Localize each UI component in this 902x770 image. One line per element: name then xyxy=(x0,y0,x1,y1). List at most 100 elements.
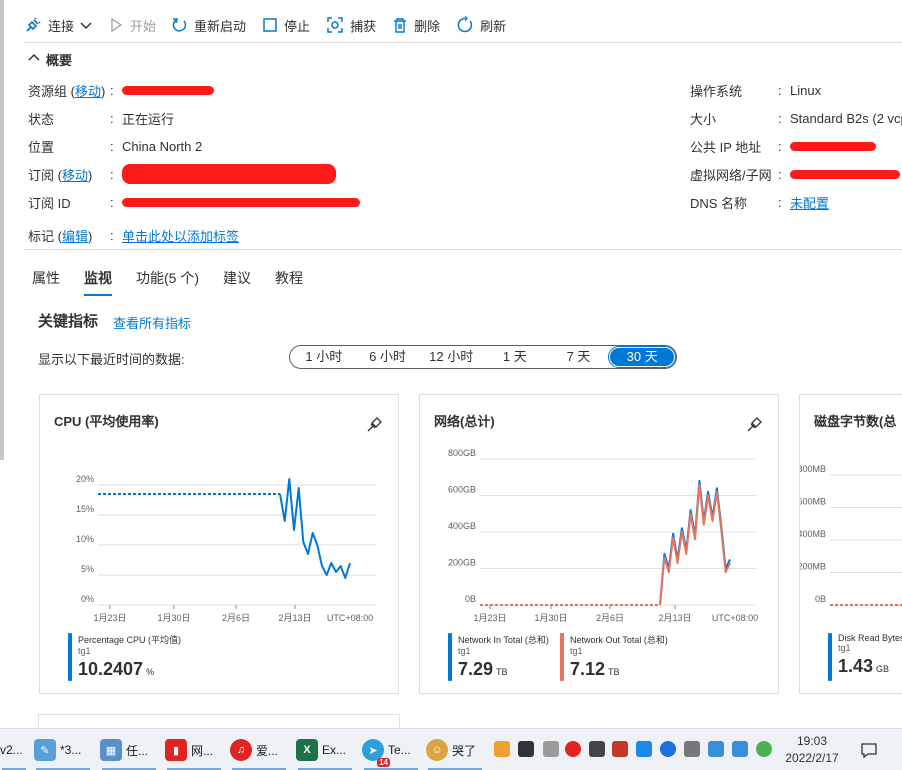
separator: : xyxy=(778,82,782,98)
range-1-hour[interactable]: 1 小时 xyxy=(292,348,356,366)
location-value: China North 2 xyxy=(122,138,203,154)
os-label: 操作系统 xyxy=(690,83,743,99)
y-tick-label: 800GB xyxy=(448,448,476,458)
refresh-icon xyxy=(456,16,474,34)
tab-properties[interactable]: 属性 xyxy=(32,268,60,296)
legend-name: Disk Read Bytes xyxy=(838,633,902,643)
taskbar-item-v2ray[interactable]: v2... xyxy=(0,729,28,770)
legend-item[interactable]: Network Out Total (总和) tg1 7.12 TB xyxy=(560,633,668,681)
legend-color-bar xyxy=(68,633,72,681)
stop-label: 停止 xyxy=(284,18,311,34)
legend-sub: tg1 xyxy=(570,646,583,656)
range-12-hours[interactable]: 12 小时 xyxy=(419,348,483,366)
chevron-down-icon[interactable] xyxy=(80,19,92,31)
tab-tutorials[interactable]: 教程 xyxy=(275,268,303,296)
tray-chat-icon[interactable] xyxy=(518,741,534,757)
taskbar-item-task-manager[interactable]: ▦ 任... xyxy=(100,729,158,770)
taskbar-item-telegram[interactable]: ➤ 14 Te... xyxy=(362,729,420,770)
view-all-metrics-link[interactable]: 查看所有指标 xyxy=(113,313,191,332)
range-7-days[interactable]: 7 天 xyxy=(547,348,611,366)
taskbar-clock[interactable]: 19:03 2022/2/17 xyxy=(776,733,848,767)
capture-button[interactable]: 捕获 xyxy=(326,16,376,35)
pin-icon[interactable] xyxy=(746,415,764,436)
range-6-hours[interactable]: 6 小时 xyxy=(356,348,420,366)
play-icon xyxy=(108,17,124,33)
tray-cloud-icon[interactable] xyxy=(636,741,652,757)
x-tick-label: 1月30日 xyxy=(534,613,567,623)
taskbar-item-excel[interactable]: X Ex... xyxy=(296,729,354,770)
status-row: 状态 : 正在运行 xyxy=(28,108,174,128)
connect-button[interactable]: 连接 xyxy=(24,16,92,35)
tab-monitoring[interactable]: 监视 xyxy=(84,268,112,296)
tray-shield-icon[interactable] xyxy=(612,741,628,757)
tray-music-icon[interactable] xyxy=(565,741,581,757)
tags-edit-link[interactable]: 编辑 xyxy=(62,229,88,244)
wechat-icon[interactable] xyxy=(756,741,772,757)
range-30-days[interactable]: 30 天 xyxy=(608,346,677,368)
tab-recommendations[interactable]: 建议 xyxy=(223,268,251,296)
legend-unit: % xyxy=(146,667,155,677)
delete-label: 删除 xyxy=(414,18,441,34)
overview-toggle[interactable]: 概要 xyxy=(28,50,72,69)
volume-icon[interactable] xyxy=(684,741,700,757)
x-tick-label: UTC+08:00 xyxy=(327,613,373,623)
legend-unit: TB xyxy=(496,667,508,677)
disk-legend: Disk Read Bytes tg1 1.43 GB xyxy=(828,633,902,681)
resource-group-move-link[interactable]: 移动 xyxy=(75,84,101,99)
y-tick-label: 0% xyxy=(81,594,94,604)
windows-taskbar: v2... ✎ *3... ▦ 任... ▮ 网... ♫ 爱... X Ex.… xyxy=(0,728,902,770)
left-scrollbar[interactable] xyxy=(0,0,4,460)
location-row: 位置 : China North 2 xyxy=(28,136,202,156)
tray-square-icon[interactable] xyxy=(543,741,559,757)
legend-text: Disk Read Bytes tg1 1.43 GB xyxy=(838,633,902,681)
y-tick-label: 20% xyxy=(76,474,94,484)
tray-box-icon[interactable] xyxy=(708,741,724,757)
range-1-day[interactable]: 1 天 xyxy=(483,348,547,366)
pin-icon[interactable] xyxy=(366,415,384,436)
doge-icon: ☺ xyxy=(426,739,448,761)
taskbar-item-music[interactable]: ♫ 爱... xyxy=(230,729,288,770)
legend-text: Network In Total (总和) tg1 7.29 TB xyxy=(458,633,549,681)
tray-app-icon[interactable] xyxy=(494,741,510,757)
x-tick-label: 2月6日 xyxy=(222,613,250,623)
network-legend: Network In Total (总和) tg1 7.29 TB Network… xyxy=(448,633,668,681)
legend-value: 1.43 xyxy=(838,656,874,676)
separator: : xyxy=(110,227,114,243)
start-button[interactable]: 开始 xyxy=(108,16,156,35)
cpu-legend: Percentage CPU (平均值) tg1 10.2407% xyxy=(68,633,181,681)
tray-red-dot-icon[interactable] xyxy=(732,741,748,757)
tab-capabilities[interactable]: 功能(5 个) xyxy=(136,268,199,296)
legend-item[interactable]: Percentage CPU (平均值) tg1 10.2407% xyxy=(68,633,181,681)
network-chart-card[interactable]: 800GB 600GB 400GB 200GB 0B 1月23日 1月30日 2月6日 2月13… xyxy=(419,394,779,694)
task-manager-icon: ▦ xyxy=(100,739,122,761)
legend-item[interactable]: Disk Read Bytes tg1 1.43 GB xyxy=(828,633,902,681)
legend-color-bar xyxy=(448,633,452,681)
legend-color-bar xyxy=(828,633,832,681)
key-metrics-title: 关键指标 xyxy=(38,313,99,330)
legend-sub: tg1 xyxy=(838,643,851,653)
x-tick-label: UTC+08:00 xyxy=(712,613,758,623)
stop-button[interactable]: 停止 xyxy=(262,16,310,35)
refresh-button[interactable]: 刷新 xyxy=(456,16,506,35)
cpu-chart-card[interactable]: 20% 15% 10% 5% 0% 1月23日 1月30日 2月6日 2月13日 UTC+08:0… xyxy=(39,394,399,694)
tray-monitor-icon[interactable] xyxy=(589,741,605,757)
subscription-move-link[interactable]: 移动 xyxy=(62,168,88,183)
restart-icon xyxy=(172,17,188,33)
disk-chart-card[interactable]: 800MB 600MB 400MB 200MB 0B 磁盘字节数(总 Disk Read… xyxy=(799,394,902,694)
series-line xyxy=(659,479,731,606)
dns-configure-link[interactable]: 未配置 xyxy=(790,193,829,212)
legend-text: Percentage CPU (平均值) tg1 10.2407% xyxy=(78,633,181,681)
taskbar-item-doge[interactable]: ☺ 哭了 xyxy=(426,729,484,770)
add-tags-link[interactable]: 单击此处以添加标签 xyxy=(122,226,239,245)
taskbar-item-netease[interactable]: ▮ 网... xyxy=(165,729,223,770)
legend-sub: tg1 xyxy=(78,646,91,656)
restart-button[interactable]: 重新启动 xyxy=(172,16,246,35)
overview-title: 概要 xyxy=(46,53,73,68)
notification-icon[interactable] xyxy=(860,741,878,762)
tray-v-icon[interactable] xyxy=(660,741,676,757)
chevron-up-icon xyxy=(28,52,40,67)
essentials-divider xyxy=(24,249,902,250)
legend-item[interactable]: Network In Total (总和) tg1 7.29 TB xyxy=(448,633,550,681)
taskbar-item-notepad[interactable]: ✎ *3... xyxy=(34,729,92,770)
delete-button[interactable]: 删除 xyxy=(392,16,440,35)
